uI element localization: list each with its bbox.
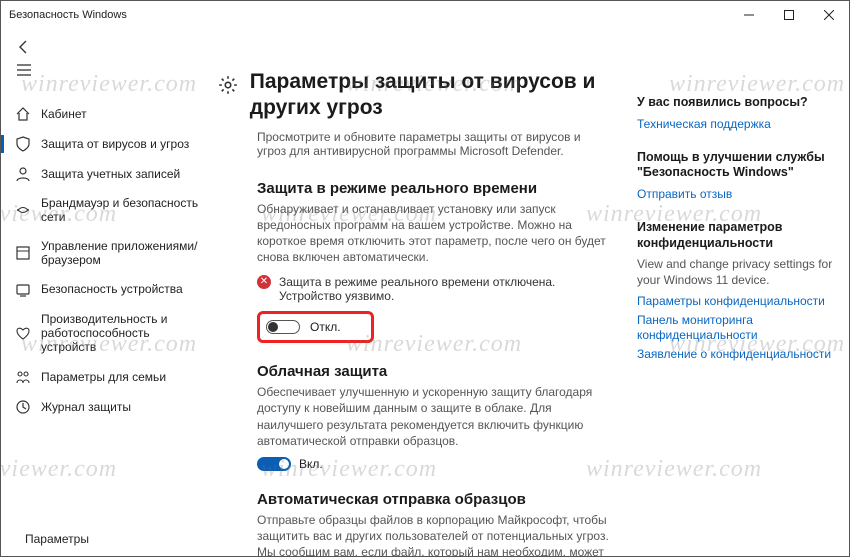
- cloud-desc: Обеспечивает улучшенную и ускоренную защ…: [257, 384, 611, 449]
- rg-desc: View and change privacy settings for you…: [637, 257, 835, 288]
- sidebar-item-device-security[interactable]: Безопасность устройства: [1, 275, 211, 305]
- window-controls: [729, 1, 849, 29]
- cloud-toggle-state: Вкл.: [299, 457, 323, 471]
- family-icon: [15, 369, 31, 385]
- settings-gear-icon: [218, 75, 238, 98]
- page-title: Параметры защиты от вирусов и других угр…: [250, 69, 617, 122]
- samples-heading: Автоматическая отправка образцов: [257, 491, 611, 508]
- sidebar-item-device-health[interactable]: Производительность и работоспособность у…: [1, 305, 211, 362]
- section-realtime: Защита в режиме реального времени Обнару…: [211, 172, 611, 356]
- link-feedback[interactable]: Отправить отзыв: [637, 187, 835, 202]
- sidebar-item-app-browser[interactable]: Управление приложениями/браузером: [1, 232, 211, 275]
- app-control-icon: [15, 245, 31, 261]
- maximize-button[interactable]: [769, 1, 809, 29]
- sidebar-item-family[interactable]: Параметры для семьи: [1, 362, 211, 392]
- heart-icon: [15, 325, 31, 341]
- realtime-toggle[interactable]: [266, 320, 300, 334]
- cloud-heading: Облачная защита: [257, 363, 611, 380]
- sidebar-item-label: Безопасность устройства: [41, 282, 201, 296]
- firewall-icon: [15, 202, 31, 218]
- shield-icon: [15, 136, 31, 152]
- sidebar: Кабинет Защита от вирусов и угроз Защита…: [1, 65, 211, 556]
- link-privacy-dashboard[interactable]: Панель мониторинга конфиденциальности: [637, 313, 835, 343]
- page-subtitle: Просмотрите и обновите параметры защиты …: [211, 122, 591, 172]
- link-privacy-statement[interactable]: Заявление о конфиденциальности: [637, 347, 835, 362]
- right-group-privacy: Изменение параметров конфиденциальности …: [637, 220, 835, 362]
- sidebar-footer-settings[interactable]: Параметры: [1, 524, 211, 556]
- toolbar: [1, 29, 849, 65]
- section-samples: Автоматическая отправка образцов Отправь…: [211, 483, 611, 557]
- realtime-warning-text: Защита в режиме реального времени отключ…: [279, 275, 611, 303]
- rg-title: Помощь в улучшении службы "Безопасность …: [637, 150, 835, 181]
- sidebar-item-firewall[interactable]: Брандмауэр и безопасность сети: [1, 189, 211, 232]
- error-icon: ✕: [257, 275, 271, 289]
- back-button[interactable]: [15, 38, 33, 56]
- sidebar-item-label: Кабинет: [41, 107, 201, 121]
- window-title: Безопасность Windows: [9, 9, 127, 21]
- realtime-toggle-highlight: Откл.: [257, 311, 374, 343]
- rg-title: У вас появились вопросы?: [637, 95, 835, 111]
- right-group-questions: У вас появились вопросы? Техническая под…: [637, 95, 835, 132]
- sidebar-item-home[interactable]: Кабинет: [1, 99, 211, 129]
- titlebar: Безопасность Windows: [1, 1, 849, 29]
- close-button[interactable]: [809, 1, 849, 29]
- device-security-icon: [15, 282, 31, 298]
- section-cloud: Облачная защита Обеспечивает улучшенную …: [211, 355, 611, 483]
- realtime-desc: Обнаруживает и останавливает установку и…: [257, 201, 611, 266]
- sidebar-item-label: Защита учетных записей: [41, 167, 201, 181]
- right-group-improve: Помощь в улучшении службы "Безопасность …: [637, 150, 835, 202]
- link-support[interactable]: Техническая поддержка: [637, 117, 835, 132]
- sidebar-item-label: Брандмауэр и безопасность сети: [41, 196, 201, 225]
- sidebar-item-virus-protection[interactable]: Защита от вирусов и угроз: [1, 129, 211, 159]
- sidebar-item-label: Журнал защиты: [41, 400, 201, 414]
- sidebar-item-label: Управление приложениями/браузером: [41, 239, 201, 268]
- sidebar-item-account-protection[interactable]: Защита учетных записей: [1, 159, 211, 189]
- link-privacy-settings[interactable]: Параметры конфиденциальности: [637, 294, 835, 309]
- sidebar-item-label: Производительность и работоспособность у…: [41, 312, 201, 355]
- account-icon: [15, 166, 31, 182]
- home-icon: [15, 106, 31, 122]
- sidebar-item-protection-history[interactable]: Журнал защиты: [1, 392, 211, 422]
- minimize-button[interactable]: [729, 1, 769, 29]
- realtime-toggle-state: Откл.: [310, 320, 341, 334]
- cloud-toggle[interactable]: [257, 457, 291, 471]
- rg-title: Изменение параметров конфиденциальности: [637, 220, 835, 251]
- sidebar-footer-label: Параметры: [25, 532, 89, 546]
- sidebar-item-label: Защита от вирусов и угроз: [41, 137, 201, 151]
- realtime-heading: Защита в режиме реального времени: [257, 180, 611, 197]
- sidebar-item-label: Параметры для семьи: [41, 370, 201, 384]
- content-area: Параметры защиты от вирусов и других угр…: [211, 65, 629, 556]
- right-pane: У вас появились вопросы? Техническая под…: [629, 65, 849, 556]
- hamburger-menu-icon[interactable]: [15, 61, 33, 79]
- samples-desc: Отправьте образцы файлов в корпорацию Ма…: [257, 512, 611, 557]
- history-icon: [15, 399, 31, 415]
- realtime-warning: ✕ Защита в режиме реального времени откл…: [257, 275, 611, 303]
